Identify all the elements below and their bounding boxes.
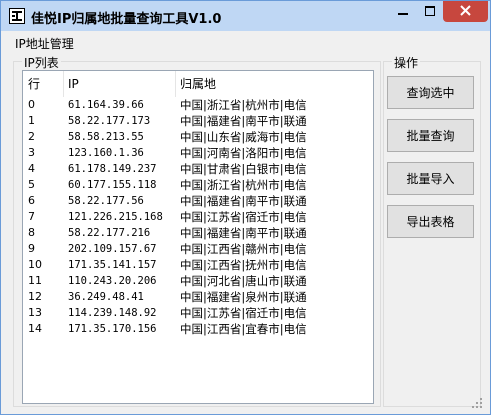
resize-grip-icon[interactable] <box>472 397 482 408</box>
row-index: 12 <box>28 290 42 303</box>
location-cell: 中国|山东省|威海市|电信 <box>180 130 307 144</box>
ip-cell: 36.249.48.41 <box>68 291 144 303</box>
ip-listview[interactable]: 行 IP 归属地 0 61.164.39.66 中国|浙江省|杭州市|电信 1 58.… <box>22 70 374 404</box>
location-cell: 中国|江西省|抚州市|电信 <box>180 258 307 272</box>
row-index: 13 <box>28 306 42 319</box>
location-cell: 中国|江西省|赣州市|电信 <box>180 242 307 256</box>
row-index: 1 <box>28 114 35 127</box>
column-header-ip[interactable]: IP <box>63 71 175 97</box>
minimize-button[interactable] <box>389 1 416 22</box>
location-cell: 中国|河北省|唐山市|联通 <box>180 274 307 288</box>
location-cell: 中国|江西省|宜春市|电信 <box>180 322 307 336</box>
app-icon <box>9 8 25 24</box>
ip-cell: 58.58.213.55 <box>68 131 144 143</box>
location-cell: 中国|江苏省|宿迁市|电信 <box>180 306 307 320</box>
table-row[interactable]: 11 110.243.20.206 中国|河北省|唐山市|联通 <box>23 273 373 289</box>
table-row[interactable]: 12 36.249.48.41 中国|福建省|泉州市|联通 <box>23 289 373 305</box>
batch-import-button[interactable]: 批量导入 <box>387 162 474 195</box>
location-cell: 中国|江苏省|宿迁市|电信 <box>180 210 307 224</box>
ip-cell: 58.22.177.56 <box>68 195 144 207</box>
close-icon <box>460 4 471 19</box>
row-index: 0 <box>28 98 35 111</box>
ip-cell: 202.109.157.67 <box>68 243 157 255</box>
row-index: 5 <box>28 178 35 191</box>
table-row[interactable]: 3 123.160.1.36 中国|河南省|洛阳市|电信 <box>23 145 373 161</box>
maximize-icon <box>424 5 435 19</box>
minimize-icon <box>397 5 408 19</box>
table-row[interactable]: 0 61.164.39.66 中国|浙江省|杭州市|电信 <box>23 97 373 113</box>
row-index: 3 <box>28 146 35 159</box>
table-row[interactable]: 6 58.22.177.56 中国|福建省|南平市|联通 <box>23 193 373 209</box>
ip-cell: 123.160.1.36 <box>68 147 144 159</box>
export-table-button[interactable]: 导出表格 <box>387 205 474 238</box>
ip-cell: 58.22.177.173 <box>68 115 151 127</box>
client-area: IP地址管理 IP列表 行 IP 归属地 0 61.164.39.66 中国|浙江省… <box>9 31 484 409</box>
ip-cell: 110.243.20.206 <box>68 275 157 287</box>
location-cell: 中国|河南省|洛阳市|电信 <box>180 146 307 160</box>
ip-list-group-title: IP列表 <box>22 54 61 71</box>
menu-ip-management[interactable]: IP地址管理 <box>15 35 74 52</box>
ip-cell: 171.35.141.157 <box>68 259 157 271</box>
row-index: 14 <box>28 322 42 335</box>
row-index: 7 <box>28 210 35 223</box>
table-row[interactable]: 1 58.22.177.173 中国|福建省|南平市|联通 <box>23 113 373 129</box>
maximize-button[interactable] <box>416 1 443 22</box>
close-button[interactable] <box>443 1 488 22</box>
ip-cell: 121.226.215.168 <box>68 211 163 223</box>
ip-cell: 58.22.177.216 <box>68 227 151 239</box>
ip-cell: 171.35.170.156 <box>68 323 157 335</box>
column-header-row[interactable]: 行 <box>23 71 63 97</box>
location-cell: 中国|甘肃省|白银市|电信 <box>180 162 307 176</box>
list-header: 行 IP 归属地 <box>23 71 373 97</box>
row-index: 6 <box>28 194 35 207</box>
query-selected-button[interactable]: 查询选中 <box>387 76 474 109</box>
row-index: 11 <box>28 274 42 287</box>
location-cell: 中国|福建省|南平市|联通 <box>180 194 307 208</box>
table-row[interactable]: 2 58.58.213.55 中国|山东省|威海市|电信 <box>23 129 373 145</box>
batch-query-button[interactable]: 批量查询 <box>387 119 474 152</box>
location-cell: 中国|福建省|泉州市|联通 <box>180 290 307 304</box>
row-index: 2 <box>28 130 35 143</box>
ip-cell: 60.177.155.118 <box>68 179 157 191</box>
ip-cell: 61.178.149.237 <box>68 163 157 175</box>
location-cell: 中国|浙江省|杭州市|电信 <box>180 98 307 112</box>
table-row[interactable]: 10 171.35.141.157 中国|江西省|抚州市|电信 <box>23 257 373 273</box>
operations-group-title: 操作 <box>392 54 421 71</box>
table-row[interactable]: 13 114.239.148.92 中国|江苏省|宿迁市|电信 <box>23 305 373 321</box>
title-bar[interactable]: 佳悦IP归属地批量查询工具V1.0 <box>1 1 490 31</box>
window-title: 佳悦IP归属地批量查询工具V1.0 <box>31 12 222 27</box>
location-cell: 中国|福建省|南平市|联通 <box>180 226 307 240</box>
table-row[interactable]: 14 171.35.170.156 中国|江西省|宜春市|电信 <box>23 321 373 337</box>
row-index: 10 <box>28 258 42 271</box>
row-index: 8 <box>28 226 35 239</box>
location-cell: 中国|浙江省|杭州市|电信 <box>180 178 307 192</box>
ip-cell: 114.239.148.92 <box>68 307 157 319</box>
table-row[interactable]: 9 202.109.157.67 中国|江西省|赣州市|电信 <box>23 241 373 257</box>
table-row[interactable]: 7 121.226.215.168 中国|江苏省|宿迁市|电信 <box>23 209 373 225</box>
operations-group: 操作 查询选中 批量查询 批量导入 导出表格 <box>383 54 481 407</box>
row-index: 4 <box>28 162 35 175</box>
app-window: 佳悦IP归属地批量查询工具V1.0 IP地址管理 IP列表 行 IP 归属地 0… <box>0 0 491 415</box>
table-row[interactable]: 5 60.177.155.118 中国|浙江省|杭州市|电信 <box>23 177 373 193</box>
table-row[interactable]: 8 58.22.177.216 中国|福建省|南平市|联通 <box>23 225 373 241</box>
location-cell: 中国|福建省|南平市|联通 <box>180 114 307 128</box>
table-row[interactable]: 4 61.178.149.237 中国|甘肃省|白银市|电信 <box>23 161 373 177</box>
row-index: 9 <box>28 242 35 255</box>
ip-cell: 61.164.39.66 <box>68 99 144 111</box>
ip-list-group: IP列表 行 IP 归属地 0 61.164.39.66 中国|浙江省|杭州市|电信… <box>13 54 381 407</box>
column-header-location[interactable]: 归属地 <box>175 71 373 97</box>
